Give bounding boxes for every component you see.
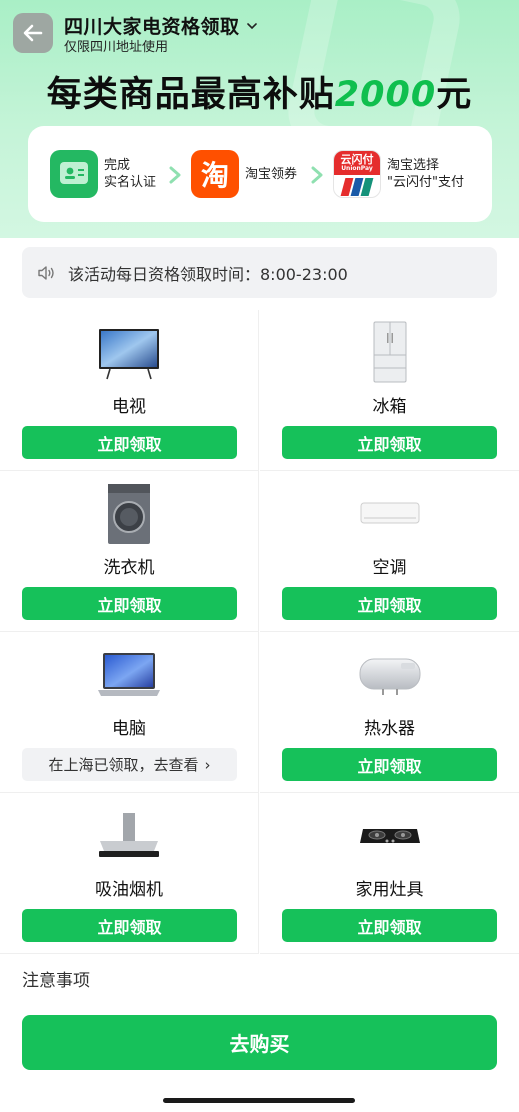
steps-card: 完成 实名认证 淘 淘宝领券 云闪付 UnionPay 淘宝选择 "云闪付"支付 [28, 126, 492, 222]
step-unionpay: 云闪付 UnionPay 淘宝选择 "云闪付"支付 [333, 150, 464, 198]
view-claimed-button-laptop[interactable]: 在上海已领取，去查看 › [22, 748, 237, 781]
product-card-range-hood: 吸油烟机 立即领取 [0, 793, 259, 954]
step-verify-line1: 完成 [104, 158, 131, 173]
claim-button-tv[interactable]: 立即领取 [22, 426, 237, 459]
washer-icon [0, 481, 258, 547]
hero-banner: 四川大家电资格领取 仅限四川地址使用 每类商品最高补贴2000元 完成 实名认证 [0, 0, 519, 238]
chevron-right-icon [311, 166, 323, 184]
arrow-left-icon [23, 24, 43, 42]
page-title: 四川大家电资格领取 [64, 16, 240, 38]
product-card-ac: 空调 立即领取 [260, 471, 519, 632]
fridge-icon [260, 320, 519, 386]
notice-text: 该活动每日资格领取时间：8:00-23:00 [68, 264, 348, 284]
product-card-tv: 电视 立即领取 [0, 310, 259, 471]
taobao-icon-text: 淘 [200, 159, 229, 192]
home-indicator[interactable] [163, 1098, 355, 1103]
speaker-icon [38, 265, 54, 280]
headline-amount: 2000 [334, 75, 437, 115]
claim-button-range-hood[interactable]: 立即领取 [22, 909, 237, 942]
unionpay-icon-text: 云闪付 [340, 153, 374, 166]
laptop-icon [0, 642, 258, 708]
time-notice: 该活动每日资格领取时间：8:00-23:00 [22, 247, 497, 298]
tv-icon [0, 320, 258, 386]
step-taobao: 淘 淘宝领券 [191, 150, 297, 198]
back-button[interactable] [13, 13, 53, 53]
unionpay-icon-subtext: UnionPay [341, 165, 373, 172]
product-card-water-heater: 热水器 立即领取 [260, 632, 519, 793]
buy-button[interactable]: 去购买 [22, 1015, 497, 1070]
step-unionpay-line1: 淘宝选择 [387, 158, 440, 173]
headline-suffix: 元 [436, 75, 473, 115]
claim-button-washer[interactable]: 立即领取 [22, 587, 237, 620]
product-card-fridge: 冰箱 立即领取 [260, 310, 519, 471]
product-name: 吸油烟机 [95, 880, 163, 900]
product-name: 电视 [112, 397, 146, 417]
product-name: 冰箱 [372, 397, 407, 417]
chevron-right-icon: › [204, 755, 211, 774]
water-heater-icon [260, 642, 519, 708]
chevron-down-icon [246, 22, 257, 29]
ac-icon [260, 481, 519, 547]
step-verify: 完成 实名认证 [50, 150, 156, 198]
range-hood-icon [0, 803, 258, 869]
product-name: 洗衣机 [103, 558, 155, 578]
claim-button-water-heater[interactable]: 立即领取 [282, 748, 497, 781]
notes-link[interactable]: 注意事项 [22, 966, 90, 991]
claim-button-gas-stove[interactable]: 立即领取 [282, 909, 497, 942]
unionpay-icon: 云闪付 UnionPay [333, 150, 381, 198]
product-name: 空调 [372, 558, 407, 578]
step-verify-line2: 实名认证 [104, 175, 157, 190]
id-card-icon [50, 150, 98, 198]
claim-button-ac[interactable]: 立即领取 [282, 587, 497, 620]
claim-button-fridge[interactable]: 立即领取 [282, 426, 497, 459]
product-card-washer: 洗衣机 立即领取 [0, 471, 259, 632]
title-selector[interactable]: 四川大家电资格领取 [64, 12, 258, 39]
product-card-gas-stove: 家用灶具 立即领取 [260, 793, 519, 954]
product-name: 家用灶具 [355, 880, 424, 900]
chevron-right-icon [169, 166, 181, 184]
product-card-laptop: 电脑 在上海已领取，去查看 › [0, 632, 259, 793]
step-taobao-line1: 淘宝领券 [245, 166, 298, 182]
product-name: 电脑 [112, 719, 146, 739]
headline: 每类商品最高补贴2000元 [0, 66, 519, 117]
taobao-icon: 淘 [191, 150, 239, 198]
claimed-text: 在上海已领取，去查看 [48, 756, 199, 774]
headline-prefix: 每类商品最高补贴 [46, 75, 335, 115]
product-name: 热水器 [364, 719, 415, 739]
page-subtitle: 仅限四川地址使用 [64, 40, 169, 55]
gas-stove-icon [260, 803, 519, 869]
step-unionpay-line2: "云闪付"支付 [387, 175, 464, 190]
